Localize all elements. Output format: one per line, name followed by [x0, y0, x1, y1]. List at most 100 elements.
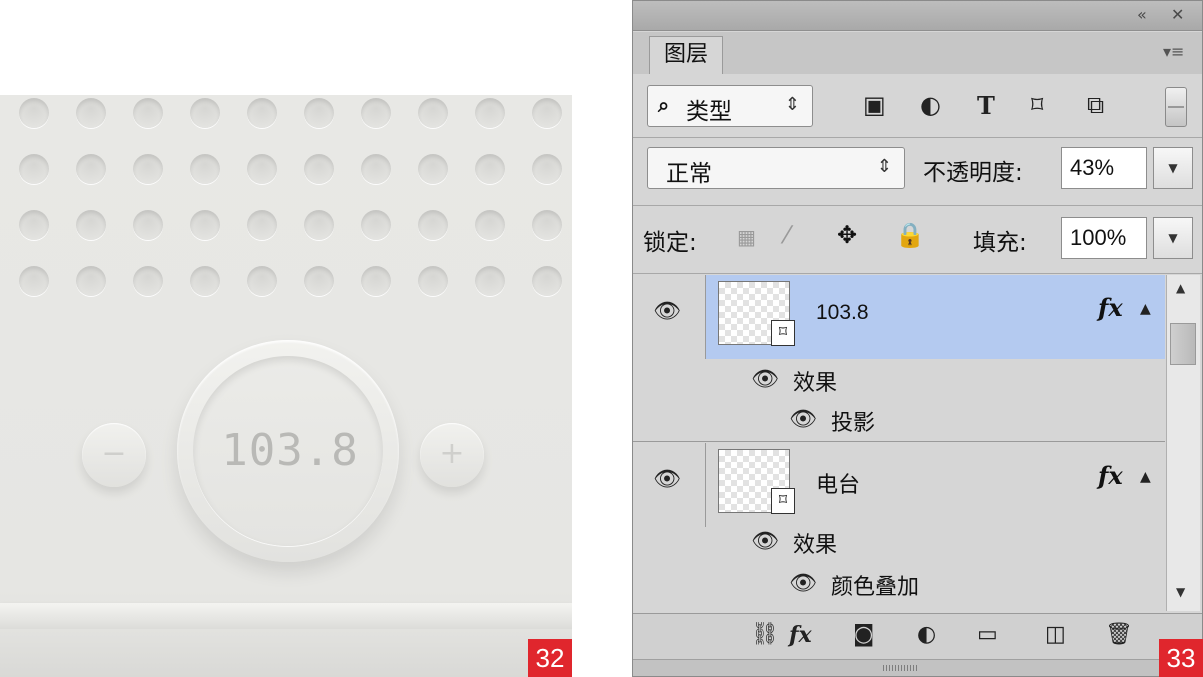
new-layer-icon[interactable]: ◫ [1045, 622, 1066, 647]
type-layer-filter-icon[interactable]: T [977, 91, 995, 120]
grille-hole [532, 154, 562, 184]
grille-hole [304, 154, 334, 184]
grille-hole [76, 154, 106, 184]
scroll-thumb[interactable] [1170, 323, 1196, 365]
grille-hole [361, 210, 391, 240]
effects-label: 效果 [793, 533, 838, 558]
panel-menu-icon[interactable]: ▾≡ [1163, 42, 1184, 61]
grille-hole [361, 98, 391, 128]
filter-kind-select[interactable]: ⌕ 类型 ⇕ [647, 85, 813, 127]
search-icon: ⌕ [658, 93, 670, 117]
effect-row[interactable]: 👁 投影 [633, 401, 1165, 441]
grille-hole [133, 98, 163, 128]
add-style-icon[interactable]: fx [789, 622, 812, 648]
grille-hole [532, 210, 562, 240]
close-icon[interactable]: ✕ [1171, 5, 1184, 24]
layers-panel: « ✕ 图层 ▾≡ ⌕ 类型 ⇕ ▣ ◐ T ⌑ ⧉ 正常 ⇕ 不透明度: 43… [632, 0, 1203, 677]
layers-list: 👁 ⌑ 103.8 fx ▲ 👁 效果 👁 投影 👁 ⌑ 电台 fx ▲ 👁 效… [633, 275, 1202, 611]
radio-rail [0, 603, 572, 629]
scroll-up-arrow-icon[interactable]: ▲ [1176, 281, 1185, 295]
layer-main-cell[interactable]: ⌑ 电台 fx ▲ [705, 443, 1165, 527]
pixel-layer-filter-icon[interactable]: ▣ [863, 91, 886, 119]
divider [633, 273, 1202, 274]
collapse-effects-icon[interactable]: ▲ [1140, 469, 1151, 485]
scroll-down-arrow-icon[interactable]: ▼ [1176, 585, 1185, 599]
grille-hole [361, 154, 391, 184]
grille-hole [19, 266, 49, 296]
effect-label: 颜色叠加 [831, 575, 920, 600]
grille-hole [475, 154, 505, 184]
grille-hole [418, 154, 448, 184]
lock-label: 锁定: [643, 230, 697, 256]
radio-floor [0, 629, 572, 677]
grille-hole [76, 98, 106, 128]
grille-hole [19, 210, 49, 240]
effects-label: 效果 [793, 371, 838, 396]
delete-layer-icon[interactable]: 🗑 [1105, 622, 1133, 647]
blend-mode-select[interactable]: 正常 ⇕ [647, 147, 905, 189]
fill-dropdown-button[interactable]: ▼ [1153, 217, 1193, 259]
smart-object-filter-icon[interactable]: ⧉ [1087, 91, 1104, 119]
fill-input[interactable]: 100% [1061, 217, 1147, 259]
lock-transparent-pixels-icon[interactable]: ▦ [737, 225, 756, 249]
visibility-eye-icon[interactable]: 👁 [653, 299, 681, 324]
layer-name[interactable]: 电台 [816, 467, 860, 499]
grille-hole [247, 210, 277, 240]
updown-arrows-icon: ⇕ [784, 94, 800, 115]
opacity-input[interactable]: 43% [1061, 147, 1147, 189]
visibility-eye-icon[interactable]: 👁 [789, 571, 817, 596]
adjustment-layer-filter-icon[interactable]: ◐ [920, 91, 941, 119]
effects-group-row[interactable]: 👁 效果 [633, 361, 1165, 401]
grille-hole [190, 98, 220, 128]
grille-hole [247, 266, 277, 296]
grille-hole [532, 98, 562, 128]
page-number-badge: 32 [528, 639, 572, 677]
filter-toggle-switch[interactable] [1165, 87, 1187, 127]
blend-opacity-row: 正常 ⇕ 不透明度: 43% ▼ [633, 139, 1202, 199]
effects-group-row[interactable]: 👁 效果 [633, 523, 1165, 563]
new-group-icon[interactable]: ▭ [977, 622, 998, 647]
speaker-grille [0, 95, 572, 325]
grille-hole [19, 98, 49, 128]
grille-hole [304, 210, 334, 240]
visibility-eye-icon[interactable]: 👁 [751, 367, 779, 392]
panel-title-bar[interactable]: « ✕ [633, 1, 1202, 31]
collapse-effects-icon[interactable]: ▲ [1140, 301, 1151, 317]
grille-hole [76, 266, 106, 296]
tab-layers[interactable]: 图层 [649, 36, 723, 74]
visibility-eye-icon[interactable]: 👁 [789, 407, 817, 432]
lock-all-icon[interactable]: 🔒 [895, 221, 925, 249]
grille-hole [304, 98, 334, 128]
grille-hole [247, 98, 277, 128]
link-layers-icon[interactable]: ⛓ [751, 622, 779, 647]
fx-icon[interactable]: fx [1098, 461, 1123, 490]
layer-main-cell[interactable]: ⌑ 103.8 fx ▲ [705, 275, 1165, 359]
shape-layer-icon: ⌑ [771, 488, 795, 514]
shape-layer-filter-icon[interactable]: ⌑ [1031, 91, 1043, 119]
fx-icon[interactable]: fx [1098, 293, 1123, 322]
grille-hole [418, 98, 448, 128]
visibility-eye-icon[interactable]: 👁 [653, 467, 681, 492]
collapse-icon[interactable]: « [1137, 5, 1147, 24]
grille-hole [133, 154, 163, 184]
shape-layer-icon: ⌑ [771, 320, 795, 346]
visibility-eye-icon[interactable]: 👁 [751, 529, 779, 554]
layer-row[interactable]: 👁 ⌑ 电台 fx ▲ [633, 443, 1165, 527]
frequency-display: 103.8 [221, 425, 359, 476]
grille-hole [76, 210, 106, 240]
lock-image-pixels-icon[interactable]: ⁄ [785, 221, 789, 249]
grille-hole [247, 154, 277, 184]
lock-fill-row: 锁定: ▦ ⁄ ✥ 🔒 填充: 100% ▼ [633, 207, 1202, 267]
layers-scrollbar[interactable]: ▲ ▼ [1166, 275, 1200, 611]
effect-row[interactable]: 👁 颜色叠加 [633, 565, 1165, 605]
lock-position-icon[interactable]: ✥ [837, 221, 857, 249]
layer-thumbnail: ⌑ [718, 449, 795, 514]
new-adjustment-icon[interactable]: ◐ [917, 622, 936, 647]
layer-name[interactable]: 103.8 [816, 301, 869, 325]
blend-mode-value: 正常 [666, 161, 712, 187]
add-mask-icon[interactable]: ◙ [853, 622, 874, 647]
updown-arrows-icon: ⇕ [876, 156, 892, 177]
layer-row[interactable]: 👁 ⌑ 103.8 fx ▲ [633, 275, 1165, 359]
opacity-dropdown-button[interactable]: ▼ [1153, 147, 1193, 189]
panel-resize-grip[interactable] [633, 659, 1202, 676]
